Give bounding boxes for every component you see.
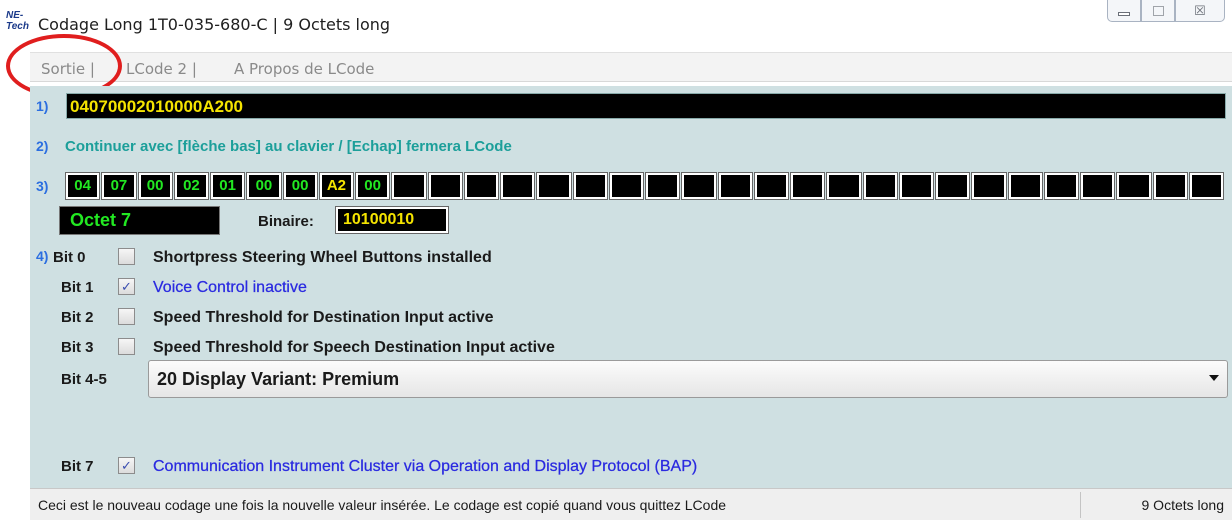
checkmark-icon: ✓ bbox=[121, 279, 132, 294]
byte-cell[interactable]: 00 bbox=[246, 172, 282, 200]
coding-panel: 1) 04070002010000A200 2) Continuer avec … bbox=[30, 86, 1232, 488]
step-3-number: 3) bbox=[36, 178, 49, 194]
step-2-number: 2) bbox=[36, 138, 49, 154]
byte-cell[interactable] bbox=[862, 172, 898, 200]
byte-cell[interactable]: 00 bbox=[137, 172, 173, 200]
byte-cell[interactable] bbox=[499, 172, 536, 200]
maximize-button[interactable] bbox=[1141, 0, 1175, 22]
bit-1-description: Voice Control inactive bbox=[153, 279, 307, 296]
logo-text-top: NE- bbox=[6, 10, 24, 21]
byte-cell[interactable] bbox=[681, 172, 717, 200]
status-divider bbox=[1080, 492, 1081, 518]
byte-cell[interactable] bbox=[1079, 172, 1116, 200]
title-bar: NE- Tech Codage Long 1T0-035-680-C | 9 O… bbox=[0, 0, 1232, 48]
byte-cell[interactable] bbox=[427, 172, 463, 200]
app-logo-icon: NE- Tech bbox=[6, 10, 32, 38]
byte-cell[interactable]: 02 bbox=[173, 172, 210, 200]
bit-0-label: Bit 0 bbox=[53, 249, 86, 266]
bit-2-description: Speed Threshold for Destination Input ac… bbox=[153, 309, 494, 326]
window-title: Codage Long 1T0-035-680-C | 9 Octets lon… bbox=[38, 15, 391, 34]
maximize-icon bbox=[1152, 5, 1164, 16]
byte-cell[interactable] bbox=[1116, 172, 1152, 200]
minimize-button[interactable] bbox=[1107, 0, 1141, 22]
byte-cell[interactable]: 04 bbox=[64, 172, 101, 200]
bit-3-label: Bit 3 bbox=[61, 339, 94, 356]
byte-cell[interactable]: 07 bbox=[101, 172, 137, 200]
byte-cell[interactable] bbox=[753, 172, 790, 200]
display-variant-select[interactable]: 20 Display Variant: Premium bbox=[148, 360, 1228, 398]
logo-text-bottom: Tech bbox=[6, 21, 29, 32]
status-length: 9 Octets long bbox=[1141, 497, 1225, 513]
byte-cell[interactable] bbox=[826, 172, 862, 200]
byte-cell[interactable] bbox=[1007, 172, 1043, 200]
byte-cell[interactable] bbox=[971, 172, 1007, 200]
minimize-icon bbox=[1118, 11, 1130, 16]
step-4-number: 4) bbox=[36, 248, 49, 264]
checkmark-icon: ✓ bbox=[121, 458, 132, 473]
byte-cell[interactable] bbox=[644, 172, 681, 200]
menu-item-about[interactable]: A Propos de LCode bbox=[234, 60, 374, 78]
bit-2-label: Bit 2 bbox=[61, 309, 94, 326]
step-1-number: 1) bbox=[36, 98, 49, 114]
close-icon: ☒ bbox=[1194, 2, 1206, 18]
byte-cell[interactable] bbox=[1152, 172, 1188, 200]
byte-cell[interactable]: 01 bbox=[209, 172, 246, 200]
binary-label: Binaire: bbox=[258, 213, 314, 230]
bit-0-checkbox[interactable] bbox=[118, 248, 135, 265]
byte-cell[interactable] bbox=[1043, 172, 1080, 200]
byte-cell[interactable] bbox=[898, 172, 935, 200]
menu-item-lcode2[interactable]: LCode 2 | bbox=[126, 60, 197, 78]
bit-0-description: Shortpress Steering Wheel Buttons instal… bbox=[153, 249, 492, 266]
long-coding-value: 04070002010000A200 bbox=[70, 97, 244, 116]
menu-bar: Sortie | LCode 2 | A Propos de LCode bbox=[30, 52, 1232, 82]
status-message: Ceci est le nouveau codage une fois la n… bbox=[38, 497, 727, 513]
bit-2-checkbox[interactable] bbox=[118, 308, 135, 325]
bit-4-5-label: Bit 4-5 bbox=[61, 371, 107, 388]
bit-3-checkbox[interactable] bbox=[118, 338, 135, 355]
bit-7-label: Bit 7 bbox=[61, 458, 94, 475]
instruction-text: Continuer avec [flèche bas] au clavier /… bbox=[65, 138, 512, 155]
byte-cell[interactable] bbox=[572, 172, 608, 200]
status-bar: Ceci est le nouveau codage une fois la n… bbox=[30, 488, 1232, 520]
octet-indicator: Octet 7 bbox=[59, 206, 220, 235]
byte-strip: 04 07 00 02 01 00 00 A2 00 bbox=[64, 172, 1226, 200]
byte-cell[interactable]: 00 bbox=[354, 172, 391, 200]
bit-1-checkbox[interactable]: ✓ bbox=[118, 278, 135, 295]
bit-7-checkbox[interactable]: ✓ bbox=[118, 457, 135, 474]
byte-cell[interactable] bbox=[789, 172, 826, 200]
bit-3-description: Speed Threshold for Speech Destination I… bbox=[153, 339, 555, 356]
byte-cell[interactable] bbox=[536, 172, 572, 200]
window-controls: ☒ bbox=[1107, 0, 1225, 24]
byte-cell[interactable]: 00 bbox=[282, 172, 318, 200]
byte-cell[interactable] bbox=[1188, 172, 1225, 200]
byte-cell[interactable] bbox=[717, 172, 753, 200]
long-coding-field[interactable]: 04070002010000A200 bbox=[66, 93, 1226, 119]
byte-cell[interactable] bbox=[463, 172, 500, 200]
chevron-down-icon bbox=[1209, 375, 1219, 381]
byte-cell[interactable]: A2 bbox=[318, 172, 355, 200]
bit-7-description: Communication Instrument Cluster via Ope… bbox=[153, 458, 698, 475]
bit-1-label: Bit 1 bbox=[61, 279, 94, 296]
byte-cell[interactable] bbox=[608, 172, 645, 200]
binary-value-field[interactable]: 10100010 bbox=[335, 206, 449, 234]
byte-cell[interactable] bbox=[934, 172, 971, 200]
byte-cell[interactable] bbox=[391, 172, 427, 200]
display-variant-value: 20 Display Variant: Premium bbox=[157, 369, 400, 389]
close-button[interactable]: ☒ bbox=[1175, 0, 1225, 22]
